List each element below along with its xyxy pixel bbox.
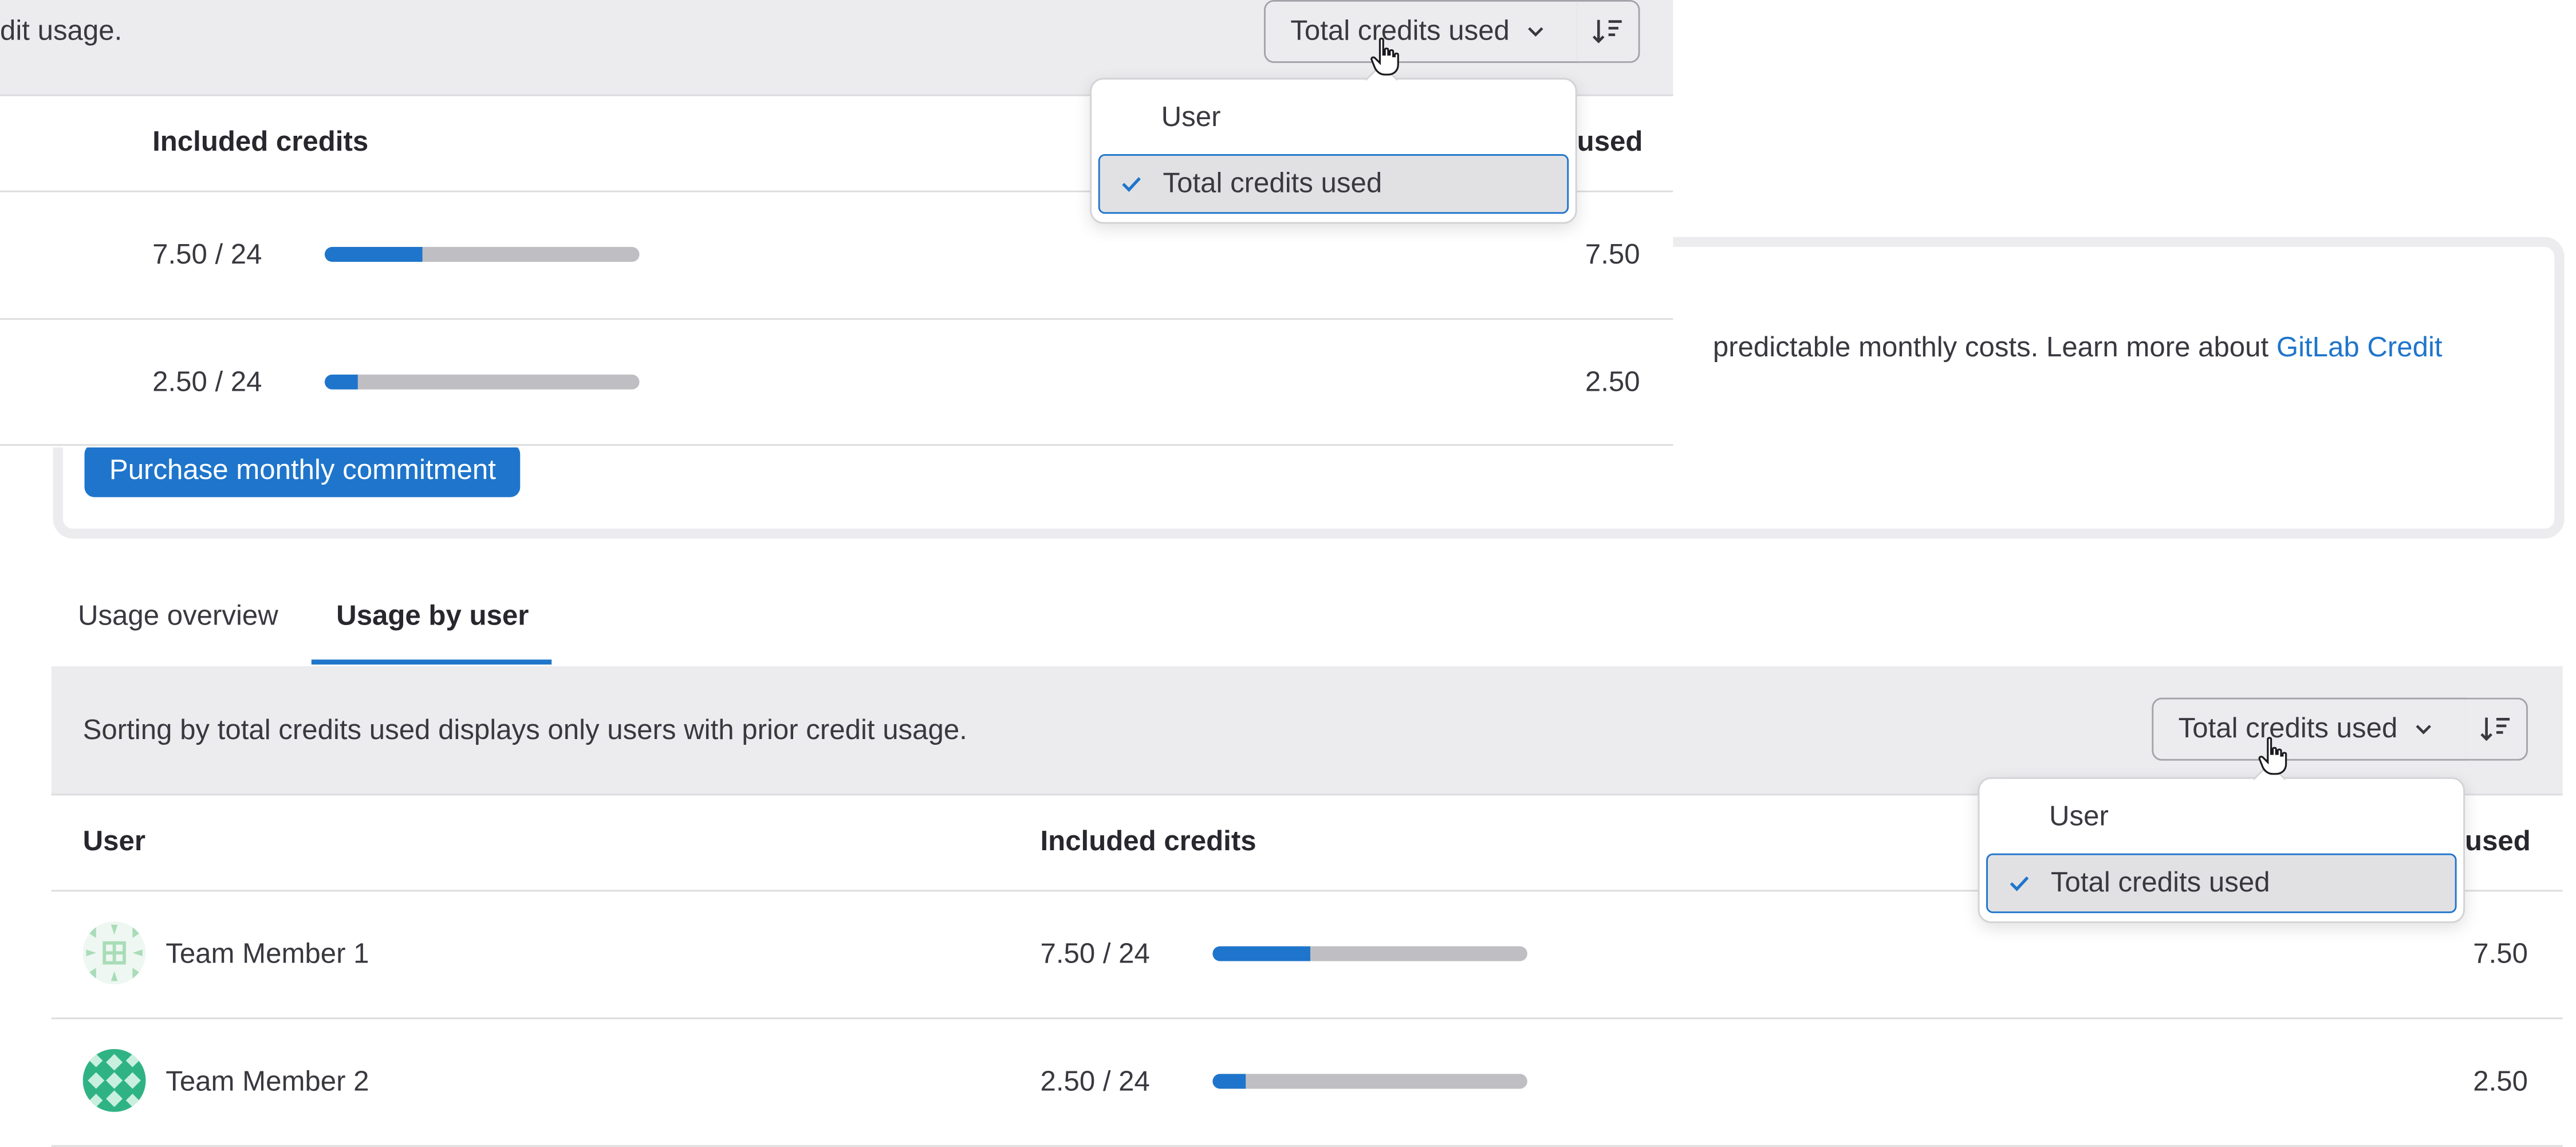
credits-used-value: 7.50 — [2473, 938, 2528, 970]
sort-option-user[interactable]: User — [1098, 88, 1569, 147]
chevron-down-icon — [1528, 27, 1544, 37]
included-credits-value: 7.50 / 24 — [1040, 938, 1150, 970]
column-header-credits-used: used — [1577, 125, 1643, 158]
tab-usage-overview[interactable]: Usage overview — [78, 600, 278, 633]
sort-options-dropdown: User Total credits used — [1090, 63, 1577, 224]
tab-usage-by-user[interactable]: Usage by user — [336, 600, 529, 633]
identicon-avatar-icon — [82, 921, 146, 985]
user-name: Team Member 1 — [166, 938, 369, 970]
option-label: Total credits used — [1163, 167, 1382, 199]
promo-description: predictable monthly costs. Learn more ab… — [1712, 331, 2276, 363]
included-credits-value: 2.50 / 24 — [1040, 1065, 1150, 1097]
sort-by-label: Total credits used — [1290, 15, 1510, 46]
active-tab-indicator — [311, 659, 552, 665]
sort-direction-button[interactable] — [1577, 0, 1640, 63]
row-divider — [51, 1145, 2563, 1147]
row-divider — [0, 444, 1673, 446]
credits-progress-bar — [324, 374, 640, 390]
sort-descending-icon — [1592, 19, 1621, 44]
included-credits-value: 7.50 / 24 — [152, 238, 262, 270]
sort-note: dit usage. — [0, 15, 123, 46]
pointer-cursor-icon — [1370, 37, 1399, 76]
identicon-avatar-icon — [82, 1048, 146, 1112]
column-header-included-credits: Included credits — [1040, 825, 1257, 857]
credits-progress-bar — [1212, 946, 1527, 961]
sort-by-dropdown-button[interactable]: Total credits used — [1263, 0, 1579, 63]
option-label: User — [1161, 101, 1221, 133]
overlay-table-view: dit usage. Total credits used Included c… — [0, 0, 1673, 447]
sort-option-user[interactable]: User — [1986, 787, 2456, 847]
user-name: Team Member 2 — [166, 1065, 369, 1097]
sort-option-total-credits-used[interactable]: Total credits used — [1098, 154, 1569, 214]
gitlab-credit-link[interactable]: GitLab Credit — [2276, 332, 2443, 363]
column-header-credits-used: used — [2465, 825, 2531, 857]
check-icon — [2010, 876, 2029, 891]
credits-progress-bar — [1212, 1074, 1527, 1089]
row-divider — [0, 318, 1673, 320]
option-label: Total credits used — [2050, 866, 2270, 898]
column-header-user: User — [82, 825, 145, 857]
purchase-monthly-commitment-button[interactable]: Purchase monthly commitment — [84, 444, 521, 497]
sort-direction-button[interactable] — [2465, 697, 2528, 761]
sort-by-label: Total credits used — [2178, 712, 2398, 744]
check-icon — [1122, 177, 1141, 192]
promo-text: predictable monthly costs. Learn more ab… — [1713, 332, 2443, 365]
avatar — [82, 921, 146, 985]
credits-used-value: 2.50 — [2473, 1065, 2528, 1097]
credits-used-value: 7.50 — [1585, 238, 1640, 270]
credits-used-value: 2.50 — [1585, 366, 1640, 398]
included-credits-value: 2.50 / 24 — [152, 366, 262, 398]
column-header-included-credits: Included credits — [152, 125, 369, 158]
pointer-cursor-icon — [2258, 737, 2287, 775]
sort-by-dropdown-button[interactable]: Total credits used — [2152, 697, 2467, 761]
avatar — [82, 1048, 146, 1112]
option-label: User — [2049, 800, 2109, 832]
sort-descending-icon — [2479, 717, 2509, 741]
sort-note: Sorting by total credits used displays o… — [82, 714, 967, 746]
chevron-down-icon — [2416, 725, 2432, 734]
sort-options-dropdown: User Total credits used — [1978, 762, 2465, 924]
sort-option-total-credits-used[interactable]: Total credits used — [1986, 853, 2457, 913]
row-divider — [51, 1017, 2563, 1019]
credits-progress-bar — [324, 246, 640, 262]
